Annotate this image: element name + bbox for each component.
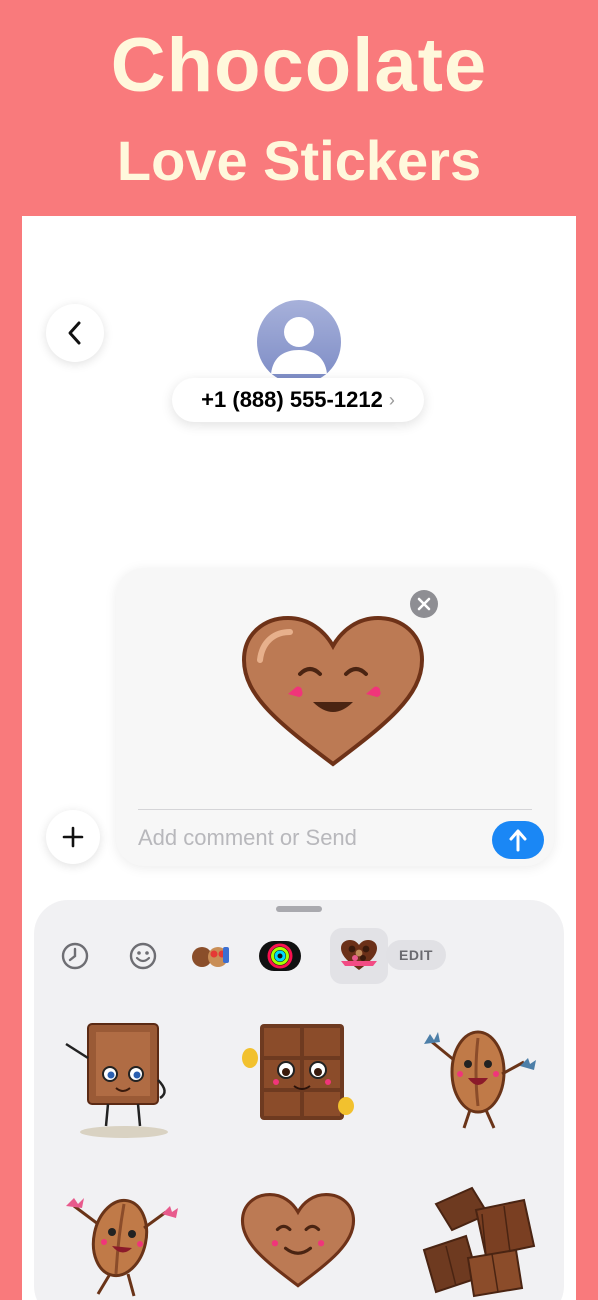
send-button[interactable] (492, 821, 544, 859)
arrow-up-icon (509, 829, 527, 852)
chevron-right-icon: › (388, 389, 395, 410)
chocolate-pieces-sticker[interactable] (416, 1180, 544, 1300)
clock-icon (61, 942, 89, 970)
edit-button[interactable]: EDIT (386, 940, 446, 970)
heart-sticker[interactable] (240, 1190, 356, 1294)
smiley-icon (129, 942, 157, 970)
contact-number: +1 (888) 555-1212 (201, 387, 383, 412)
activity-rings-icon (259, 941, 301, 971)
drawer-grabber[interactable] (276, 906, 322, 912)
back-button[interactable] (46, 304, 104, 362)
tab-memoji[interactable] (188, 928, 234, 984)
plus-icon (62, 826, 84, 848)
close-icon (417, 597, 431, 611)
compose-panel (116, 568, 554, 866)
avatar[interactable] (257, 300, 341, 384)
comment-input[interactable] (138, 820, 468, 856)
compose-divider (138, 809, 532, 810)
chocolate-square-sticker[interactable] (56, 1018, 192, 1142)
cocoa-bean-waving-sticker[interactable] (412, 1016, 546, 1142)
heart-sticker-preview (241, 615, 425, 767)
person-icon (271, 317, 327, 374)
chevron-left-icon (68, 321, 81, 345)
heart-box-icon (341, 940, 377, 970)
tab-chocolate-stickers[interactable] (330, 928, 388, 984)
chocolate-bar-sticker[interactable] (236, 1018, 360, 1142)
phone-screen: +1 (888) 555-1212 › Add comment or Send … (22, 216, 576, 1300)
headline-subtitle: Love Stickers (116, 129, 482, 192)
tab-emoji[interactable] (122, 928, 164, 984)
sticker-drawer: EDIT (34, 900, 564, 1300)
memoji-icon (192, 947, 229, 967)
contact-name-button[interactable]: +1 (888) 555-1212 › (172, 378, 424, 422)
headline-title: Chocolate (110, 23, 488, 108)
tab-recents[interactable] (54, 928, 96, 984)
cocoa-bean-dancing-sticker[interactable] (54, 1182, 186, 1300)
add-attachment-button[interactable] (46, 810, 100, 864)
tab-activity[interactable] (258, 928, 302, 984)
